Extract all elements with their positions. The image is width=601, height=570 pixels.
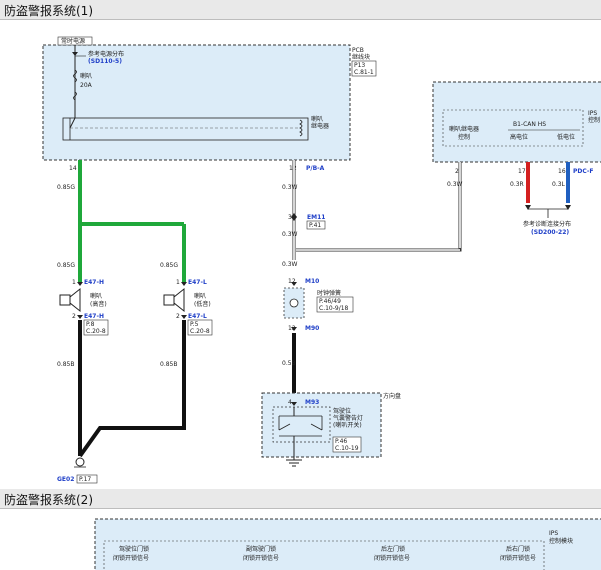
ground-icon — [75, 457, 85, 467]
steering-title: 方向盘 — [383, 392, 401, 400]
pcb-connector-right: P/B-A — [306, 165, 325, 172]
ground-page: P.17 — [79, 476, 91, 483]
m10-connector: M10 — [305, 278, 319, 285]
steering-name-2: 气囊警告灯 — [333, 414, 363, 422]
wire-03w-1: 0.3W — [282, 184, 298, 191]
steering-ref: C.10-19 — [335, 445, 359, 452]
ips-relay-ctrl: 喇叭继电器 — [449, 125, 479, 133]
section2-ips-box — [94, 518, 601, 570]
horn-low-pin-top: 1 — [176, 279, 180, 286]
pcb-ref: C.81-1 — [354, 69, 374, 76]
section2-ips-label: IPS — [549, 530, 558, 537]
ips-wire-b-label: 0.3R — [510, 181, 524, 188]
section2-col1: 驾驶位门锁 — [119, 545, 149, 553]
horn-low-name-2: (低音) — [194, 300, 211, 308]
horn-low-pin-bottom: 2 — [176, 313, 180, 320]
horn-high-name: 喇叭 — [90, 292, 102, 300]
section2-col2-2: 闭锁开锁信号 — [243, 554, 279, 562]
ips-pin-b: 17 — [518, 168, 526, 175]
ips-pin-a: 2 — [455, 168, 459, 175]
clock-spring-ref: C.10-9/18 — [319, 305, 349, 312]
steering-name-3: (喇叭开关) — [333, 421, 362, 429]
section2-col2: 副驾驶门锁 — [246, 545, 276, 553]
wire-085g-top: 0.85G — [57, 184, 75, 191]
can-bus-label: B1-CAN HS — [513, 121, 546, 128]
em11-connector: EM11 — [307, 214, 325, 221]
ips-label-2: 控制 — [588, 116, 600, 124]
ips-connector-c: PDC-F — [573, 168, 594, 175]
section2-col4-2: 闭锁开锁信号 — [500, 554, 536, 562]
pcb-label: PCB — [352, 47, 364, 54]
horn-high-pin-top: 1 — [72, 279, 76, 286]
constant-power-label: 常时电源 — [61, 37, 85, 45]
diag-ref-code: (SD200-22) — [531, 229, 569, 236]
pcb-label-2: 继线块 — [352, 53, 370, 61]
fuse-name: 喇叭 — [80, 72, 92, 80]
horn-high-pin-bottom: 2 — [72, 313, 76, 320]
wire-03w-3: 0.3W — [282, 261, 298, 268]
horn-high-connector-bottom: E47-H — [84, 313, 104, 320]
can-low-label: 低电位 — [557, 133, 575, 141]
horn-high-icon — [59, 287, 81, 313]
section2-ips-label-2: 控制模块 — [549, 537, 573, 545]
section2-col3-2: 闭锁开锁信号 — [374, 554, 410, 562]
fuse-rating: 20A — [80, 82, 93, 89]
relay-label-2: 继电器 — [311, 122, 329, 130]
section2-col1-2: 闭锁开锁信号 — [113, 554, 149, 562]
section2-col3: 后左门锁 — [381, 545, 405, 553]
ips-wire-c-label: 0.3L — [552, 181, 566, 188]
horn-low-page: P.5 — [190, 321, 199, 328]
clock-spring-icon — [289, 298, 299, 308]
horn-high-ref: C.20-8 — [86, 328, 106, 335]
power-dist-label: 参考电源分布 — [88, 50, 124, 58]
can-high-label: 高电位 — [510, 133, 528, 141]
em11-page: P.41 — [309, 222, 321, 229]
steering-wheel-box — [261, 392, 382, 458]
clock-spring-page: P.46/49 — [319, 298, 341, 305]
wire-05b: 0.5B — [282, 360, 296, 367]
ips-relay-ctrl-2: 控制 — [458, 133, 470, 141]
steering-page: P.46 — [335, 438, 347, 445]
section2-col4: 后右门锁 — [506, 545, 530, 553]
ips-wire-a-label: 0.3W — [447, 181, 463, 188]
horn-low-name: 喇叭 — [194, 292, 206, 300]
horn-low-connector-bottom: E47-L — [188, 313, 207, 320]
horn-high-name-2: (高音) — [90, 300, 107, 308]
pcb-page: P13 — [354, 62, 365, 69]
horn-low-connector: E47-L — [188, 279, 207, 286]
horn-high-page: P.8 — [86, 321, 95, 328]
ground-name: GE02 — [57, 476, 74, 483]
horn-high-connector: E47-H — [84, 279, 104, 286]
wire-085b-right: 0.85B — [160, 361, 177, 368]
black-wire-right — [78, 320, 186, 458]
wire-03w-2: 0.3W — [282, 231, 298, 238]
pcb-pin-left: 14 — [69, 165, 77, 172]
wiring-diagram: PCB 继线块 P13 C.81-1 常时电源 参考电源分布 (SD110-5)… — [42, 36, 601, 570]
relay-label: 喇叭 — [311, 115, 323, 123]
clock-spring-name: 时钟弹簧 — [317, 289, 341, 297]
steering-connector: M93 — [305, 399, 319, 406]
m90-connector: M90 — [305, 325, 319, 332]
wire-085g-left: 0.85G — [57, 262, 75, 269]
wire-085b-left: 0.85B — [57, 361, 74, 368]
ips-pin-c: 16 — [558, 168, 566, 175]
diag-ref-label: 参考诊断连接分布 — [523, 220, 571, 228]
power-dist-ref: (SD110-5) — [88, 58, 122, 65]
ips-label: IPS — [588, 110, 597, 117]
horn-low-icon — [163, 287, 185, 313]
horn-low-ref: C.20-8 — [190, 328, 210, 335]
steering-name: 驾驶位 — [333, 407, 351, 415]
wire-085g-right: 0.85G — [160, 262, 178, 269]
